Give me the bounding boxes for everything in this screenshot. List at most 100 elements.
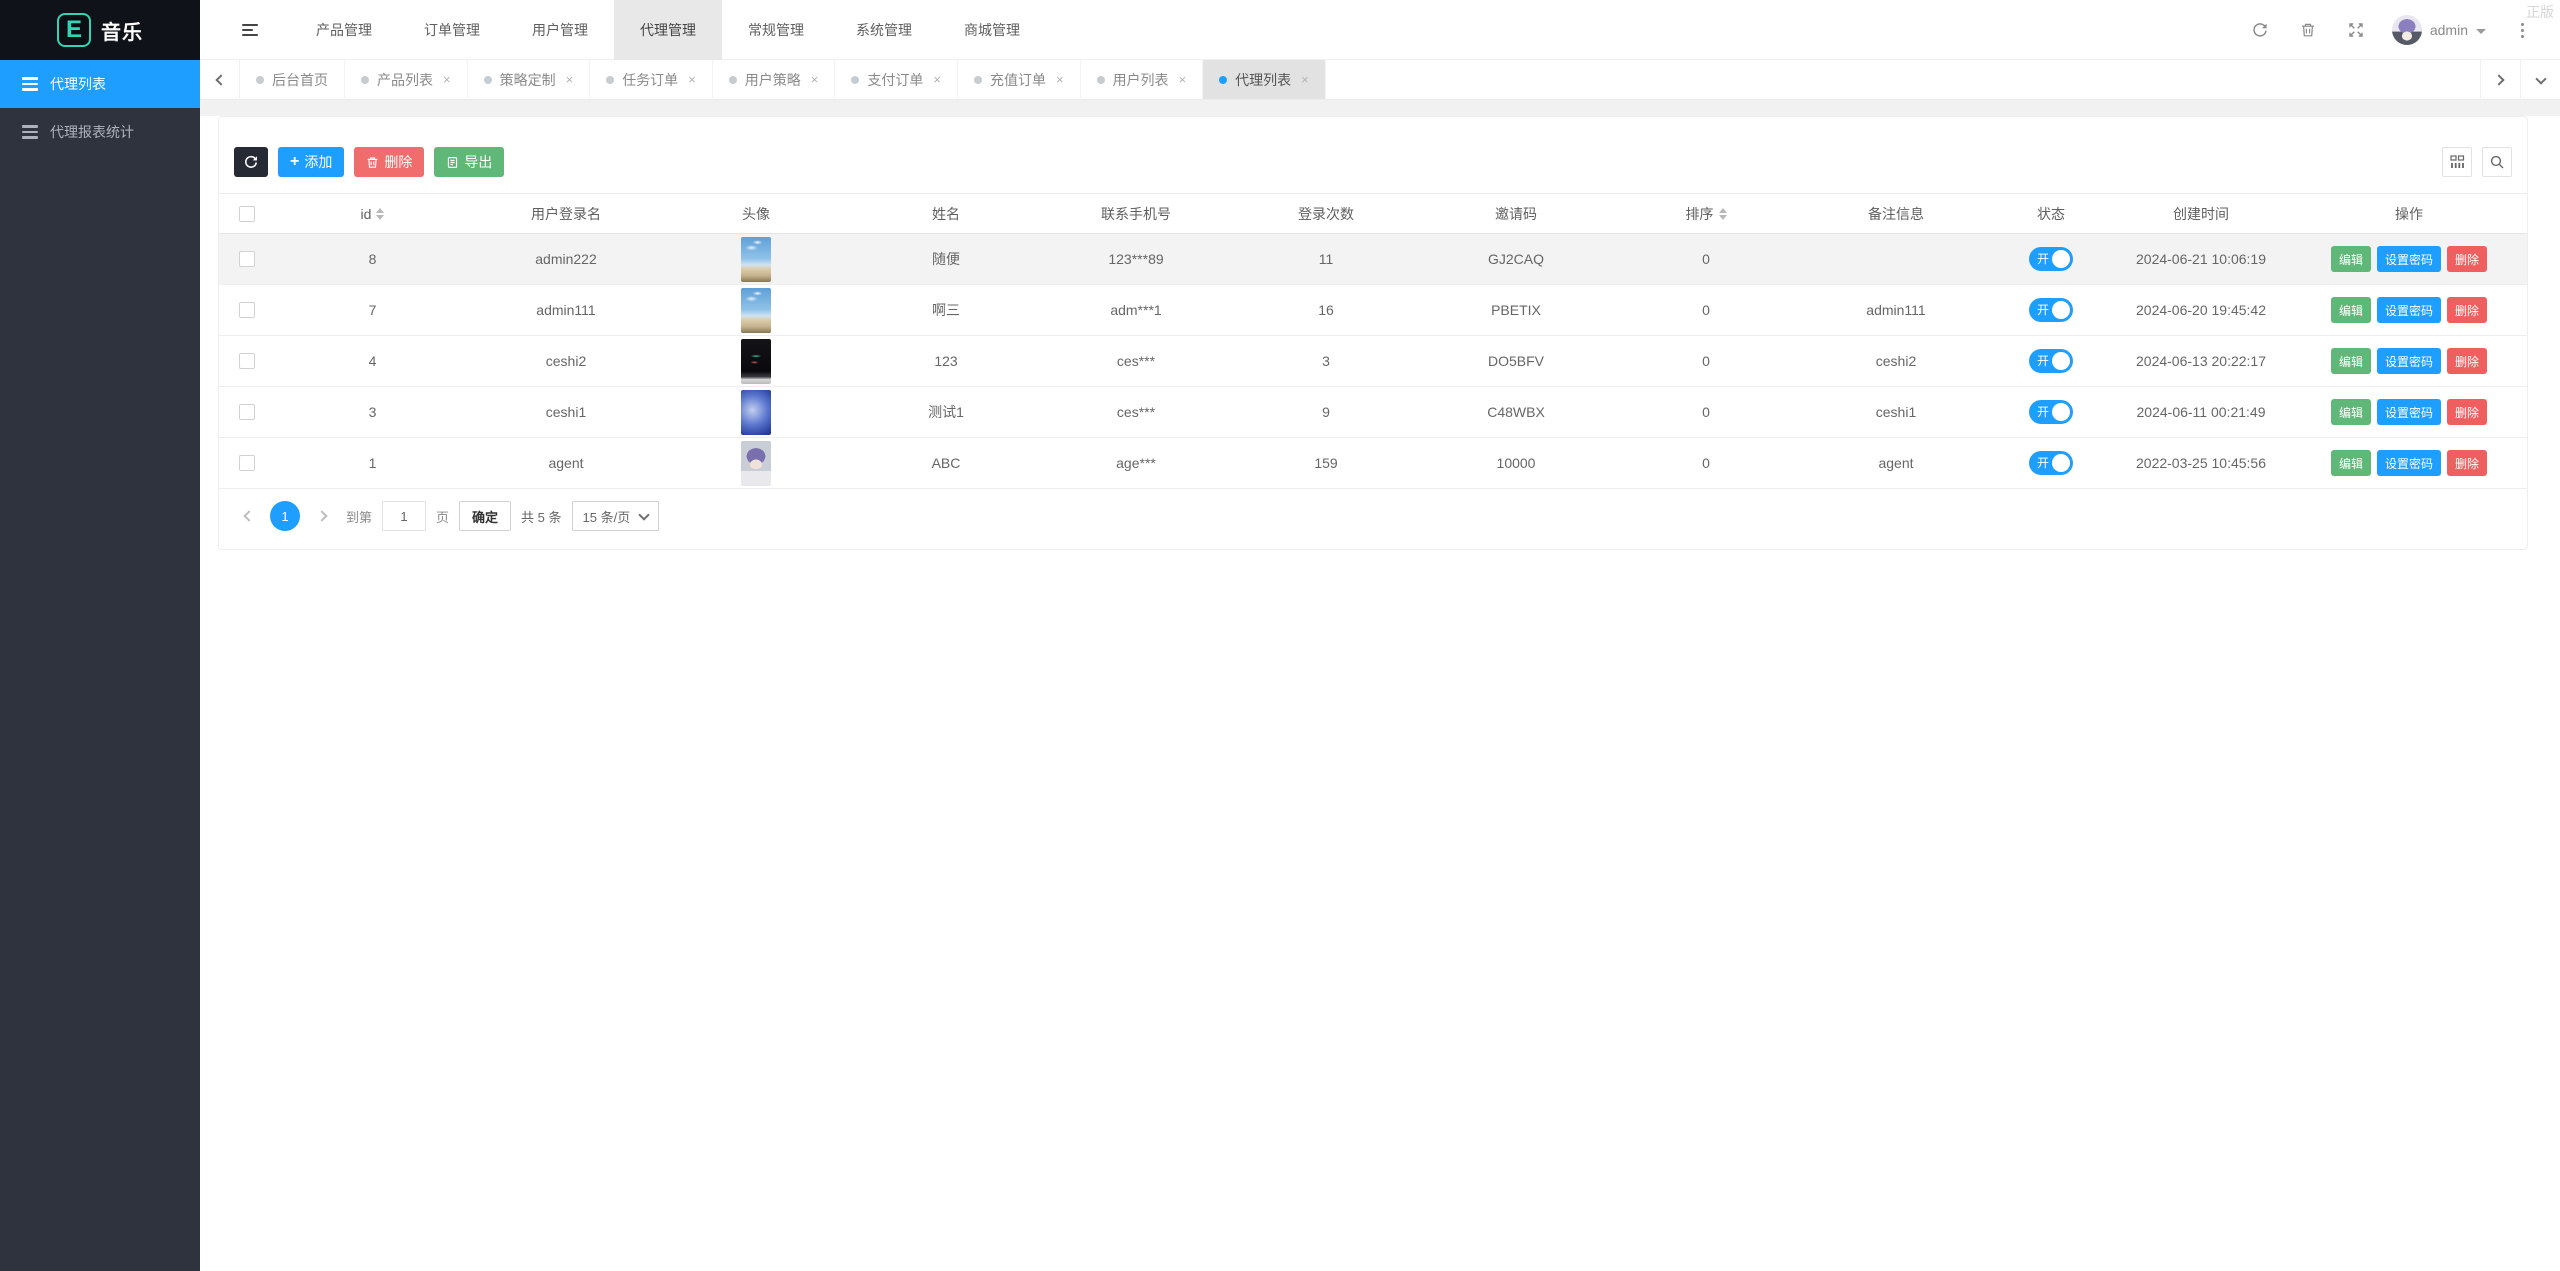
tab-task-orders[interactable]: 任务订单 × [590,60,713,99]
status-toggle[interactable]: 开 [2029,400,2073,424]
delete-row-button[interactable]: 删除 [2447,246,2488,272]
delete-button[interactable]: 删除 [354,147,425,177]
close-icon[interactable]: × [1179,72,1187,87]
row-avatar [741,236,771,282]
tab-strategy-custom[interactable]: 策略定制 × [468,60,591,99]
status-toggle[interactable]: 开 [2029,247,2073,271]
sidebar-item-label: 代理列表 [50,76,106,92]
page-unit-label: 页 [436,509,450,525]
row-avatar [741,440,771,486]
menu-item-mall[interactable]: 商城管理 [938,0,1046,60]
export-button[interactable]: 导出 [434,147,505,177]
clear-cache-trash-icon[interactable] [2284,0,2332,60]
edit-button[interactable]: 编辑 [2330,348,2371,374]
page-1-button[interactable]: 1 [270,501,300,531]
edit-button[interactable]: 编辑 [2330,450,2371,476]
row-avatar [741,287,771,333]
tab-dot-icon [483,75,492,84]
plus-icon: + [290,153,300,170]
set-password-button[interactable]: 设置密码 [2376,246,2441,272]
top-header: E 音乐 产品管理 订单管理 用户管理 代理管理 常规管理 系统管理 商城管理 [0,0,2560,60]
goto-page-input[interactable] [382,501,427,531]
tabs-scroll-left-icon[interactable] [200,60,240,100]
delete-row-button[interactable]: 删除 [2447,297,2488,323]
sort-order-icon[interactable] [1718,207,1727,220]
status-toggle[interactable]: 开 [2029,349,2073,373]
status-toggle[interactable]: 开 [2029,451,2073,475]
menu-item-system[interactable]: 系统管理 [830,0,938,60]
reload-table-button[interactable] [234,147,268,177]
sidebar-item-label: 代理报表统计 [50,124,134,140]
delete-row-button[interactable]: 删除 [2447,450,2488,476]
top-menu: 产品管理 订单管理 用户管理 代理管理 常规管理 系统管理 商城管理 [290,0,1046,60]
total-count-label: 共 5 条 [521,509,562,525]
tab-dot-icon [256,75,264,84]
tab-agent-list[interactable]: 代理列表 × [1203,60,1326,99]
close-icon[interactable]: × [811,72,819,87]
row-checkbox[interactable] [238,404,255,420]
close-icon[interactable]: × [443,72,451,87]
list-icon [22,125,38,139]
delete-row-button[interactable]: 删除 [2447,399,2488,425]
edit-button[interactable]: 编辑 [2330,399,2371,425]
tab-dot-icon [1096,75,1105,84]
edit-button[interactable]: 编辑 [2330,297,2371,323]
close-icon[interactable]: × [1056,72,1064,87]
tab-pay-orders[interactable]: 支付订单 × [835,60,958,99]
refresh-icon[interactable] [2236,0,2284,60]
per-page-select[interactable]: 15 条/页 [571,501,660,531]
set-password-button[interactable]: 设置密码 [2376,297,2441,323]
user-menu[interactable]: admin [2380,0,2498,60]
close-icon[interactable]: × [688,72,696,87]
menu-item-orders[interactable]: 订单管理 [398,0,506,60]
app-title: 音乐 [101,21,143,44]
tab-dot-icon [851,75,860,84]
tab-bar: 后台首页 产品列表 × 策略定制 × 任务订单 × 用户策略 × 支付订单 × … [200,60,2560,100]
select-all-checkbox[interactable] [238,205,255,222]
set-password-button[interactable]: 设置密码 [2376,450,2441,476]
tab-user-strategy[interactable]: 用户策略 × [713,60,836,99]
next-page-icon[interactable] [310,501,336,531]
menu-item-agents[interactable]: 代理管理 [614,0,722,60]
sidebar-item-agent-report[interactable]: 代理报表统计 [0,108,200,156]
tabs-scroll-right-icon[interactable] [2480,60,2520,100]
row-checkbox[interactable] [238,353,255,369]
row-checkbox[interactable] [238,302,255,318]
columns-toggle-icon[interactable] [2442,147,2472,177]
fullscreen-icon[interactable] [2332,0,2380,60]
table-row: 1 agent ABC age*** 159 10000 0 agent 开 2… [219,437,2527,489]
status-toggle[interactable]: 开 [2029,298,2073,322]
logo-icon: E [57,13,91,47]
edit-button[interactable]: 编辑 [2330,246,2371,272]
tab-user-list[interactable]: 用户列表 × [1081,60,1204,99]
set-password-button[interactable]: 设置密码 [2376,399,2441,425]
search-icon[interactable] [2482,147,2512,177]
close-icon[interactable]: × [566,72,574,87]
tab-dot-icon [1219,75,1228,84]
tab-recharge-orders[interactable]: 充值订单 × [958,60,1081,99]
menu-item-products[interactable]: 产品管理 [290,0,398,60]
sort-id-icon[interactable] [376,207,385,220]
table-row: 3 ceshi1 测试1 ces*** 9 C48WBX 0 ceshi1 开 … [219,386,2527,438]
sidebar-item-agent-list[interactable]: 代理列表 [0,60,200,108]
set-password-button[interactable]: 设置密码 [2376,348,2441,374]
collapse-sidebar-icon[interactable] [230,0,270,60]
username-label: admin [2429,22,2468,38]
tab-home[interactable]: 后台首页 [240,60,345,99]
tabs-menu-icon[interactable] [2520,60,2560,100]
delete-row-button[interactable]: 删除 [2447,348,2488,374]
confirm-page-button[interactable]: 确定 [459,501,512,531]
page-content: + 添加 删除 导出 id 用户登录名 头像 姓名 联系手机号 登录次数 邀请码… [200,116,2560,550]
prev-page-icon[interactable] [234,501,260,531]
close-icon[interactable]: × [933,72,941,87]
table-row: 4 ceshi2 123 ces*** 3 DO5BFV 0 ceshi2 开 … [219,335,2527,387]
agent-table: id 用户登录名 头像 姓名 联系手机号 登录次数 邀请码 排序 备注信息 状态… [219,193,2527,489]
add-button[interactable]: + 添加 [278,147,345,177]
row-checkbox[interactable] [238,455,255,471]
tab-product-list[interactable]: 产品列表 × [345,60,468,99]
menu-item-general[interactable]: 常规管理 [722,0,830,60]
row-checkbox[interactable] [238,251,255,267]
tab-dot-icon [973,75,982,84]
close-icon[interactable]: × [1301,72,1309,87]
menu-item-users[interactable]: 用户管理 [506,0,614,60]
